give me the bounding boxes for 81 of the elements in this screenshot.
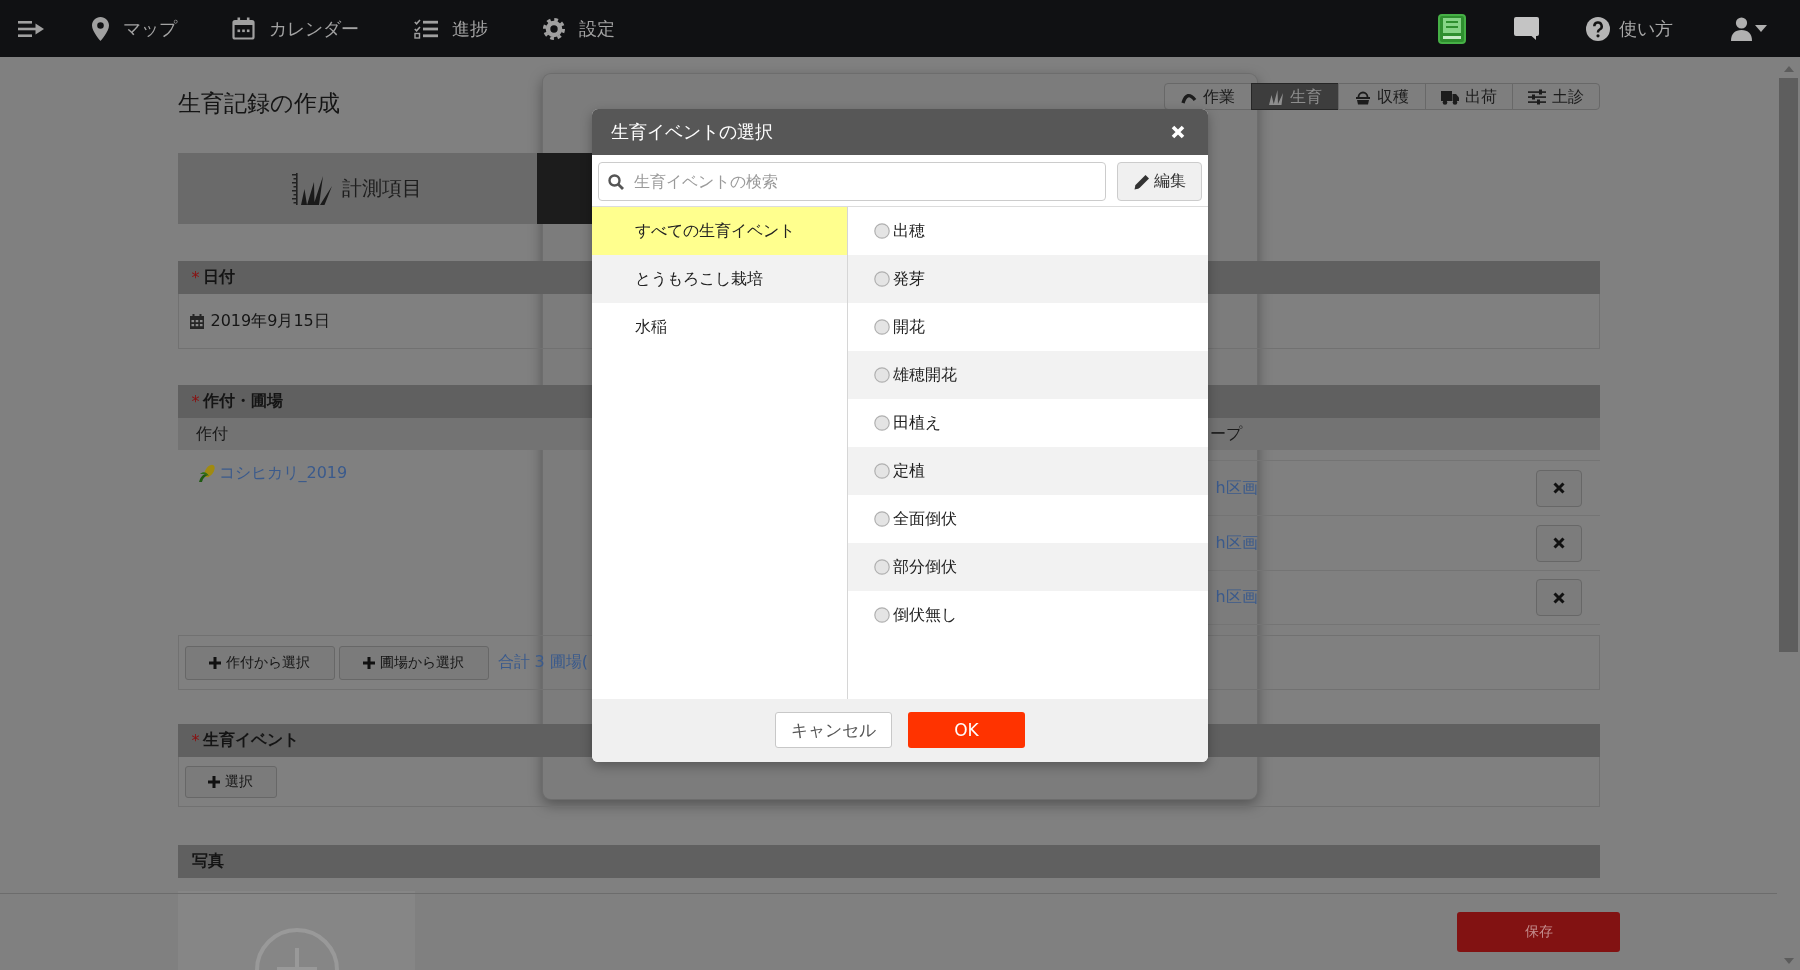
pencil-icon: [1133, 173, 1150, 190]
close-icon[interactable]: [1171, 125, 1185, 139]
event-option[interactable]: 発芽: [848, 255, 1208, 303]
plant-icon: [196, 463, 217, 483]
record-type-tab[interactable]: 作業: [1163, 83, 1252, 110]
ruler-grass-icon: [292, 172, 332, 205]
nav-link[interactable]: 進捗: [414, 16, 488, 41]
nav-link[interactable]: 設定: [543, 16, 615, 41]
x-icon: [1552, 537, 1565, 549]
scrollbar-thumb[interactable]: [1779, 78, 1798, 652]
edit-button[interactable]: 編集: [1117, 162, 1202, 201]
checklist-icon: [414, 18, 438, 39]
calendar-icon: [189, 313, 204, 329]
plus-icon: [209, 656, 221, 669]
radio-button[interactable]: [874, 415, 890, 431]
select-button[interactable]: 選択: [184, 765, 277, 798]
radio-button[interactable]: [874, 271, 890, 287]
up-arrow-icon[interactable]: [1783, 66, 1794, 72]
plus-icon: [363, 656, 375, 669]
nav-link[interactable]: マップ: [92, 16, 177, 41]
plus-icon: [208, 775, 220, 788]
column-header: 作付: [195, 423, 228, 443]
category-item[interactable]: とうもろこし栽培: [592, 255, 847, 303]
search-field[interactable]: 生育イベントの検索: [598, 162, 1106, 201]
map-pin-icon: [92, 16, 109, 41]
required-mark: *: [191, 268, 200, 287]
select-button[interactable]: 作付から選択: [184, 645, 335, 680]
user-icon[interactable]: [1731, 16, 1752, 41]
cancel-button[interactable]: キャンセル: [775, 712, 892, 748]
radio-button[interactable]: [874, 319, 890, 335]
radio-button[interactable]: [874, 223, 890, 239]
event-option[interactable]: 田植え: [848, 399, 1208, 447]
section-title: 生育イベント: [202, 730, 299, 751]
column-header: ープ: [1209, 423, 1242, 443]
photo-upload-area[interactable]: [177, 891, 415, 970]
remove-button[interactable]: [1535, 524, 1582, 562]
grass-icon: [1267, 88, 1284, 105]
ok-button[interactable]: OK: [908, 712, 1025, 748]
category-item[interactable]: すべての生育イベント: [592, 207, 847, 255]
x-icon: [1552, 482, 1565, 494]
sliders-icon: [1527, 88, 1546, 105]
nav-link[interactable]: カレンダー: [232, 16, 359, 41]
event-option[interactable]: 出穂: [848, 207, 1208, 255]
page-title: 生育記録の作成: [177, 89, 340, 118]
event-option[interactable]: 全面倒伏: [848, 495, 1208, 543]
search-icon: [608, 174, 624, 190]
x-icon: [1552, 591, 1565, 604]
calendar-icon: [232, 17, 255, 40]
select-button[interactable]: 圃場から選択: [338, 645, 489, 680]
radio-button[interactable]: [874, 463, 890, 479]
radio-button[interactable]: [874, 511, 890, 527]
section-title: 作付・圃場: [202, 391, 283, 412]
record-type-tab[interactable]: 出荷: [1424, 83, 1513, 110]
book-icon[interactable]: [1438, 13, 1466, 44]
remove-button[interactable]: [1535, 469, 1582, 507]
truck-icon: [1440, 88, 1459, 105]
menu-icon[interactable]: [18, 18, 44, 39]
required-mark: *: [191, 392, 200, 411]
save-button[interactable]: 保存: [1457, 912, 1620, 952]
help-link[interactable]: 使い方: [1586, 16, 1673, 41]
event-option[interactable]: 開花: [848, 303, 1208, 351]
section-title: 写真: [191, 851, 224, 872]
help-icon: [1586, 16, 1610, 41]
required-mark: *: [191, 731, 200, 750]
dialog-title: 生育イベントの選択: [611, 120, 773, 144]
event-option[interactable]: 倒伏無し: [848, 591, 1208, 639]
record-type-tab[interactable]: 土診: [1511, 83, 1600, 110]
event-option[interactable]: 部分倒伏: [848, 543, 1208, 591]
radio-button[interactable]: [874, 559, 890, 575]
chat-bubble-icon[interactable]: [1514, 17, 1539, 40]
radio-button[interactable]: [874, 367, 890, 383]
event-option[interactable]: 雄穂開花: [848, 351, 1208, 399]
caret-icon[interactable]: [1755, 25, 1767, 32]
settings-icon: [543, 17, 565, 40]
record-type-tab[interactable]: 収穫: [1337, 83, 1426, 110]
event-option[interactable]: 定植: [848, 447, 1208, 495]
section-title: 日付: [202, 267, 235, 288]
radio-button[interactable]: [874, 607, 890, 623]
down-arrow-icon[interactable]: [1783, 958, 1794, 964]
category-item[interactable]: 水稲: [592, 303, 847, 351]
remove-button[interactable]: [1535, 579, 1582, 616]
